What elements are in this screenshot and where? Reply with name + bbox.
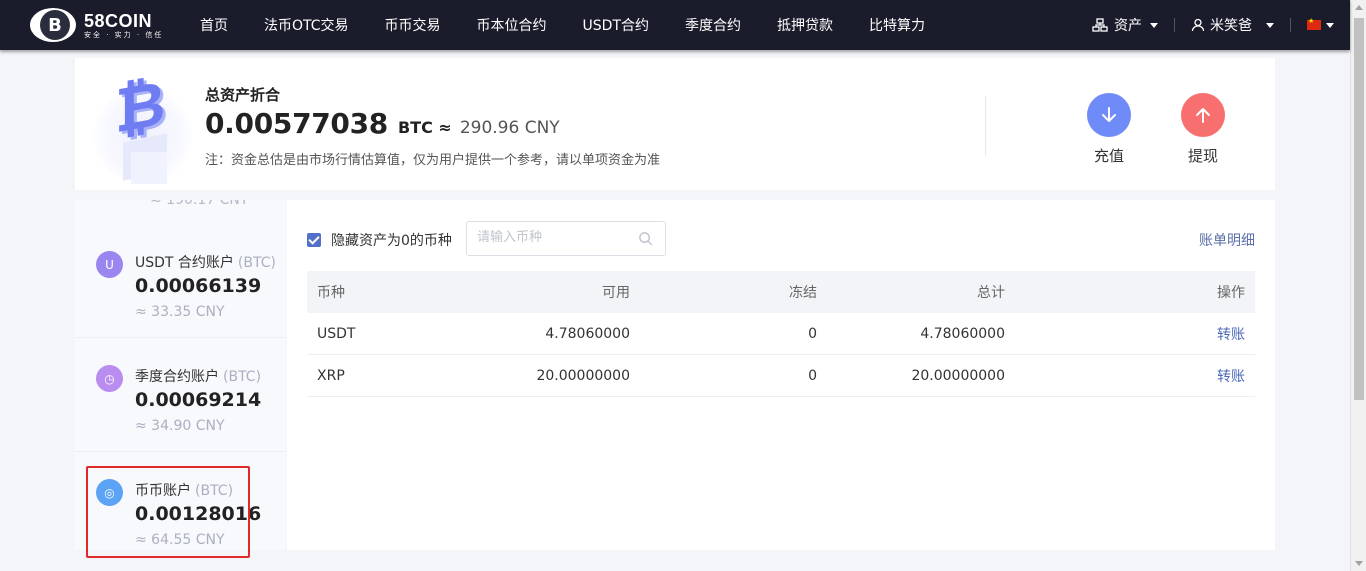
- nav-item-home[interactable]: 首页: [200, 15, 228, 35]
- assets-icon: [1092, 18, 1108, 32]
- transfer-link[interactable]: 转账: [1005, 366, 1255, 386]
- total-assets-note: 注：资金总估是由市场行情估算值，仅为用户提供一个参考，请以单项资金为准: [205, 153, 661, 168]
- cell-coin: USDT: [317, 325, 356, 342]
- hide-zero-label: 隐藏资产为0的币种: [331, 233, 452, 249]
- cell-total: 20.00000000: [911, 367, 1005, 384]
- hide-zero-checkbox[interactable]: [307, 233, 321, 247]
- account-cny-value: ≈ 33.35 CNY: [135, 304, 225, 320]
- total-assets-value: 0.00577038 BTC ≈ 290.96 CNY: [205, 107, 560, 140]
- asset-table: 币种 可用 冻结 总计 操作 USDT 4.78060000 0 4.78060…: [307, 271, 1255, 397]
- total-assets-card: ₿ 总资产折合 0.00577038 BTC ≈ 290.96 CNY 注：资金…: [75, 58, 1275, 190]
- search-icon[interactable]: [638, 231, 653, 246]
- transfer-link[interactable]: 转账: [1005, 324, 1255, 344]
- account-balance: 0.00066139: [135, 275, 262, 297]
- account-item-quarterly[interactable]: ◷ 季度合约账户 (BTC) 0.00069214 ≈ 34.90 CNY: [75, 338, 286, 452]
- nav-item-spot[interactable]: 币币交易: [385, 15, 441, 35]
- timer-icon: ◷: [96, 365, 123, 392]
- cell-coin: XRP: [317, 367, 345, 384]
- arrow-down-icon: [1087, 93, 1131, 137]
- withdraw-button[interactable]: 提现: [1173, 93, 1233, 166]
- cell-frozen: 0: [808, 325, 817, 342]
- scroll-down-icon[interactable]: [1355, 561, 1363, 566]
- withdraw-label: 提现: [1187, 147, 1218, 165]
- assets-label: 资产: [1114, 18, 1142, 34]
- nav-divider: [1290, 18, 1291, 32]
- column-header-total: 总计: [977, 285, 1005, 301]
- u-coin-icon: U: [96, 251, 123, 278]
- column-header-frozen: 冻结: [789, 285, 817, 301]
- account-cny-value: ≈ 190.17 CNY: [150, 200, 249, 208]
- nav-divider: [1174, 18, 1175, 32]
- asset-table-panel: 隐藏资产为0的币种 账单明细 币种 可用 冻结 总计 操作 USDT 4.780…: [287, 200, 1275, 550]
- cell-frozen: 0: [808, 367, 817, 384]
- chevron-down-icon: [1150, 22, 1158, 28]
- chevron-down-icon: [1266, 22, 1274, 28]
- total-btc-value: 0.00577038: [205, 107, 388, 140]
- coin-search-input[interactable]: [477, 230, 627, 245]
- cell-total: 4.78060000: [920, 325, 1005, 342]
- user-menu[interactable]: 米笑爸: [1191, 15, 1274, 35]
- cell-available: 4.78060000: [545, 325, 630, 342]
- page-scrollbar[interactable]: [1350, 0, 1366, 571]
- account-item-usdt-futures[interactable]: U USDT 合约账户 (BTC) 0.00066139 ≈ 33.35 CNY: [75, 224, 286, 338]
- nav-item-otc[interactable]: 法币OTC交易: [264, 15, 349, 35]
- nav-item-hashrate[interactable]: 比特算力: [869, 15, 925, 35]
- bill-details-link[interactable]: 账单明细: [1199, 230, 1255, 250]
- total-cny-value: 290.96 CNY: [459, 118, 560, 138]
- deposit-button[interactable]: 充值: [1079, 93, 1139, 166]
- column-header-action: 操作: [1217, 285, 1245, 301]
- selection-highlight: [86, 466, 250, 558]
- cell-available: 20.00000000: [536, 367, 630, 384]
- deposit-label: 充值: [1093, 147, 1124, 165]
- account-name: 季度合约账户 (BTC): [135, 369, 262, 385]
- total-btc-unit: BTC ≈: [397, 118, 452, 137]
- brand-slogan: 安全 · 实力 · 信任: [84, 30, 164, 39]
- account-cny-value: ≈ 34.90 CNY: [135, 418, 225, 434]
- nav-item-coin-futures[interactable]: 币本位合约: [477, 15, 547, 35]
- coin-search[interactable]: [466, 221, 666, 256]
- table-row: USDT 4.78060000 0 4.78060000 转账: [307, 313, 1255, 355]
- total-assets-title: 总资产折合: [205, 86, 281, 104]
- bitcoin-logo-icon: B: [30, 6, 76, 44]
- cn-flag-icon: [1307, 17, 1321, 30]
- card-divider: [985, 96, 986, 156]
- chevron-down-icon: [1326, 22, 1334, 28]
- arrow-up-icon: [1181, 93, 1225, 137]
- scroll-up-icon[interactable]: [1355, 5, 1363, 10]
- assets-menu[interactable]: 资产: [1092, 15, 1158, 35]
- table-row: XRP 20.00000000 0 20.00000000 转账: [307, 355, 1255, 397]
- nav-item-usdt-futures[interactable]: USDT合约: [583, 15, 649, 35]
- scrollbar-thumb[interactable]: [1354, 18, 1364, 400]
- main-menu: 首页 法币OTC交易 币币交易 币本位合约 USDT合约 季度合约 抵押贷款 比…: [200, 0, 961, 50]
- table-header: 币种 可用 冻结 总计 操作: [307, 271, 1255, 313]
- column-header-available: 可用: [602, 285, 630, 301]
- hide-zero-toggle[interactable]: 隐藏资产为0的币种: [307, 230, 452, 250]
- account-name: USDT 合约账户 (BTC): [135, 255, 276, 271]
- user-icon: [1191, 18, 1205, 32]
- brand-name: 58COIN: [84, 10, 153, 31]
- bitcoin-illustration-icon: ₿: [85, 66, 195, 186]
- brand-logo[interactable]: B 58COIN 安全 · 实力 · 信任: [30, 6, 170, 44]
- column-header-coin: 币种: [317, 285, 345, 301]
- nav-item-quarterly[interactable]: 季度合约: [685, 15, 741, 35]
- top-navbar: B 58COIN 安全 · 实力 · 信任 首页 法币OTC交易 币币交易 币本…: [0, 0, 1350, 50]
- nav-item-loans[interactable]: 抵押贷款: [777, 15, 833, 35]
- account-balance: 0.00069214: [135, 389, 262, 411]
- language-menu[interactable]: [1307, 17, 1334, 30]
- user-name: 米笑爸: [1210, 18, 1252, 34]
